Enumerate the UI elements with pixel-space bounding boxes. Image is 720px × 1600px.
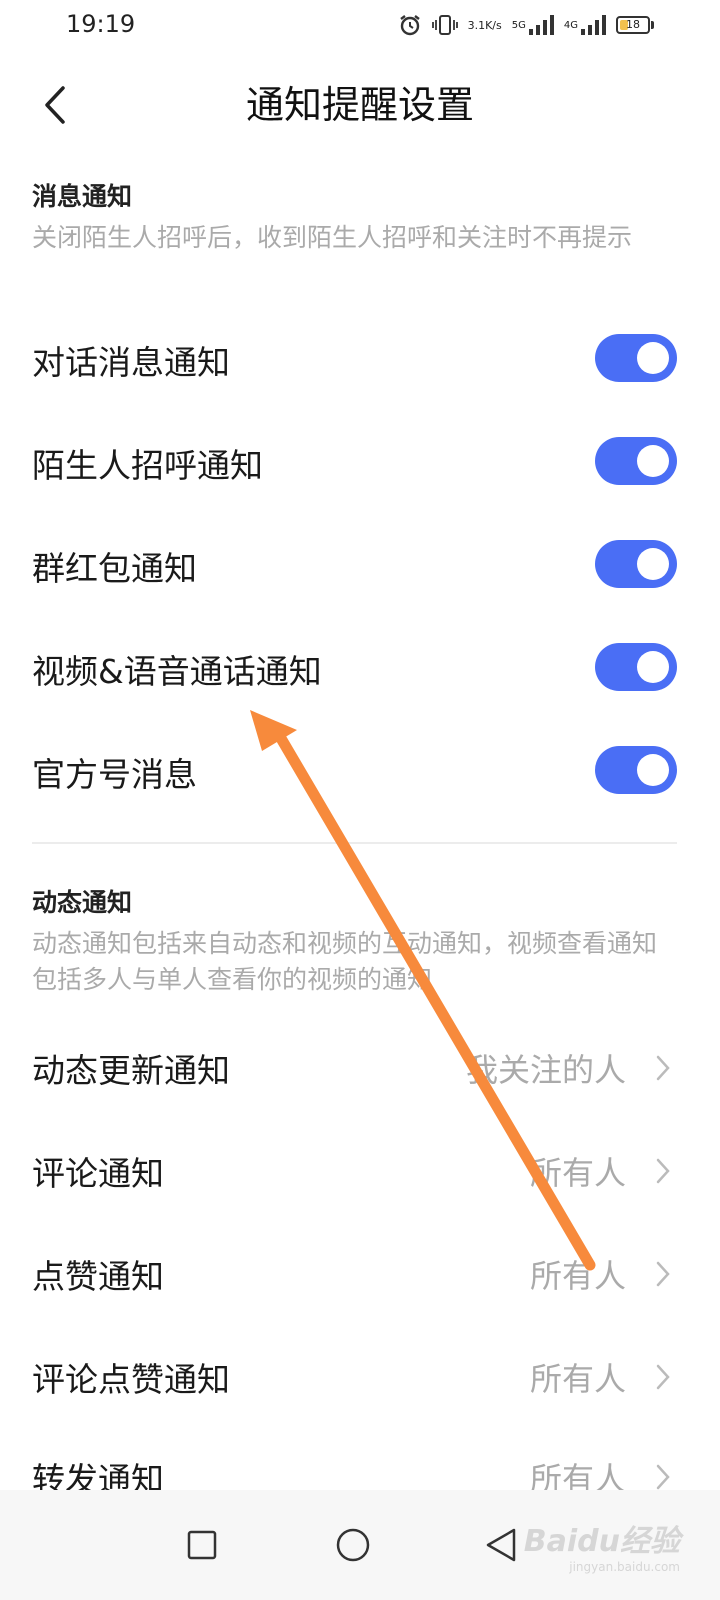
watermark-url: jingyan.baidu.com <box>569 1560 680 1574</box>
baidu-watermark: Baidu经验 jingyan.baidu.com <box>524 1516 680 1574</box>
toggle-switch[interactable] <box>595 540 677 588</box>
network-speed-unit: K/s <box>485 18 502 32</box>
row-label: 动态更新通知 <box>32 1050 230 1090</box>
app-header: 通知提醒设置 <box>0 60 720 150</box>
signal-icon: 5G <box>512 15 554 35</box>
chevron-right-icon <box>656 1325 670 1428</box>
row-label: 群红包通知 <box>32 548 197 588</box>
row-label: 官方号消息 <box>32 754 197 794</box>
section-title: 动态通知 <box>32 888 133 917</box>
recent-apps-icon <box>187 1530 217 1560</box>
row-value: 所有人 <box>529 1153 626 1192</box>
signal-icon: 4G <box>564 15 606 35</box>
toggle-knob <box>637 445 669 477</box>
settings-row-video-voice-call[interactable]: 视频&语音通话通知 <box>0 617 720 720</box>
section-divider <box>32 842 677 844</box>
home-button[interactable] <box>318 1510 388 1580</box>
toggle-knob <box>637 342 669 374</box>
page-title: 通知提醒设置 <box>245 83 474 127</box>
settings-row-like[interactable]: 点赞通知 所有人 <box>0 1222 720 1325</box>
toggle-knob <box>637 754 669 786</box>
section-description: 动态通知包括来自动态和视频的互动通知，视频查看通知包括多人与单人查看你的视频的通… <box>32 929 658 994</box>
recent-apps-button[interactable] <box>167 1510 237 1580</box>
back-icon <box>486 1528 516 1562</box>
vibrate-icon <box>431 13 458 37</box>
row-label: 视频&语音通话通知 <box>32 651 322 691</box>
chevron-right-icon <box>656 1016 670 1119</box>
settings-row-feed-update[interactable]: 动态更新通知 我关注的人 <box>0 1016 720 1119</box>
alarm-icon <box>398 13 422 37</box>
network-speed: 3.1 K/s <box>468 20 502 31</box>
watermark-brand: Baidu经验 <box>523 1524 680 1559</box>
toggle-switch[interactable] <box>595 437 677 485</box>
toggle-switch[interactable] <box>595 643 677 691</box>
settings-row-dialog-notify[interactable]: 对话消息通知 <box>0 308 720 411</box>
chevron-right-icon <box>656 1119 670 1222</box>
settings-row-comment-like[interactable]: 评论点赞通知 所有人 <box>0 1325 720 1428</box>
row-label: 评论点赞通知 <box>32 1359 230 1399</box>
settings-row-stranger-greeting[interactable]: 陌生人招呼通知 <box>0 411 720 514</box>
feed-section-header: 动态通知 动态通知包括来自动态和视频的互动通知，视频查看通知包括多人与单人查看你… <box>32 886 672 998</box>
toggle-knob <box>637 651 669 683</box>
toggle-switch[interactable] <box>595 746 677 794</box>
row-label: 对话消息通知 <box>32 342 230 382</box>
battery-level: 18 <box>626 18 640 31</box>
status-time: 19:19 <box>66 10 136 38</box>
row-label: 陌生人招呼通知 <box>32 445 263 485</box>
row-value: 我关注的人 <box>465 1050 626 1089</box>
sim1-label: 5G <box>511 19 526 31</box>
settings-row-group-redpacket[interactable]: 群红包通知 <box>0 514 720 617</box>
home-icon <box>336 1528 370 1562</box>
toggle-switch[interactable] <box>595 334 677 382</box>
row-label: 评论通知 <box>32 1153 164 1193</box>
row-label: 点赞通知 <box>32 1256 164 1296</box>
settings-row-official-account[interactable]: 官方号消息 <box>0 720 720 823</box>
row-value: 所有人 <box>529 1359 626 1398</box>
system-nav-bar: Baidu经验 jingyan.baidu.com <box>0 1490 720 1600</box>
status-icons: 3.1 K/s 5G 4G 18 <box>398 10 654 40</box>
sim2-label: 4G <box>563 19 578 31</box>
network-speed-value: 3.1 <box>467 18 486 32</box>
settings-row-comment[interactable]: 评论通知 所有人 <box>0 1119 720 1222</box>
toggle-knob <box>637 548 669 580</box>
chevron-right-icon <box>656 1222 670 1325</box>
status-bar: 19:19 3.1 K/s 5G 4G 18 <box>0 0 720 50</box>
section-description: 关闭陌生人招呼后，收到陌生人招呼和关注时不再提示 <box>32 223 633 252</box>
battery-icon: 18 <box>616 16 654 34</box>
row-value: 所有人 <box>529 1256 626 1295</box>
message-section-header: 消息通知 关闭陌生人招呼后，收到陌生人招呼和关注时不再提示 <box>32 180 672 256</box>
section-title: 消息通知 <box>32 182 133 211</box>
